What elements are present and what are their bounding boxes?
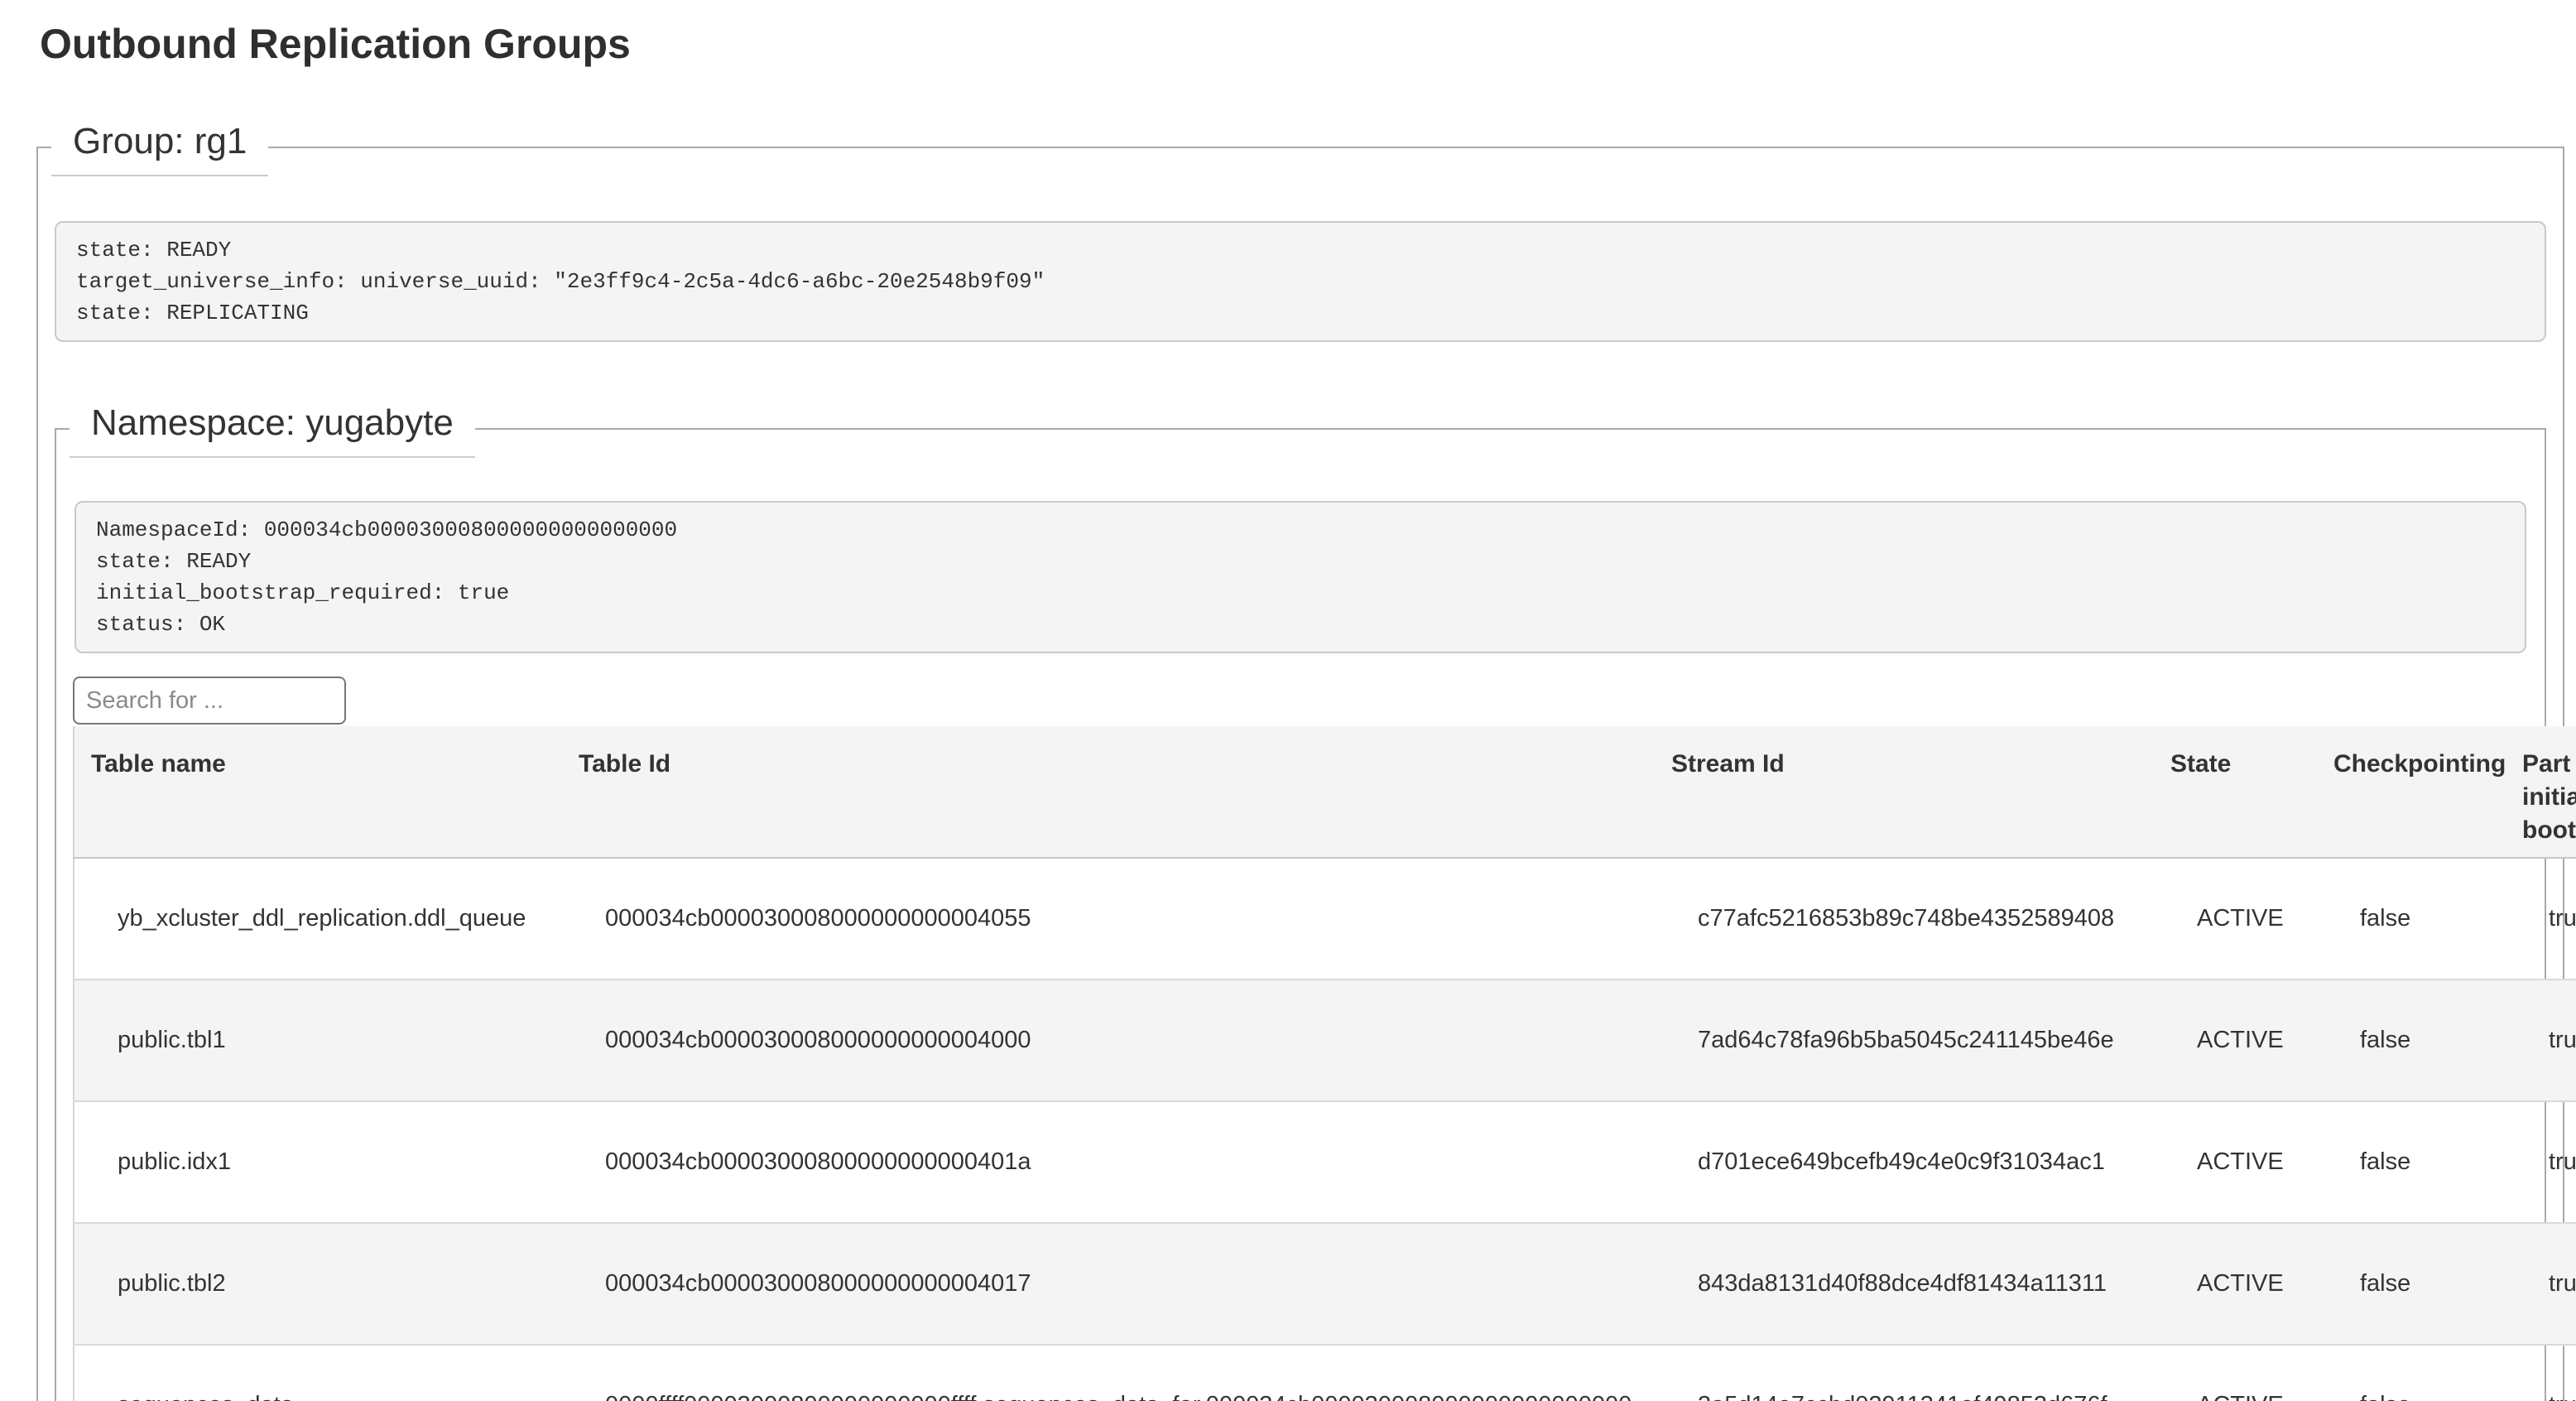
page-title: Outbound Replication Groups [40, 22, 2576, 67]
group-state-info: state: READY target_universe_info: unive… [55, 221, 2546, 342]
cell-part-of-initial-bootstrap: true [2506, 1345, 2576, 1401]
cell-table-name: public.idx1 [74, 1101, 562, 1223]
table-header-row: Table name Table Id Stream Id State Chec… [74, 726, 2576, 858]
namespace-legend: Namespace: yugabyte [70, 402, 475, 458]
cell-checkpointing: false [2317, 1345, 2506, 1401]
cell-table-id: 000034cb000030008000000000004017 [562, 1223, 1655, 1345]
group-fieldset: Group: rg1 state: READY target_universe_… [36, 147, 2564, 1401]
cell-state: ACTIVE [2154, 858, 2317, 980]
column-header-table-id: Table Id [562, 726, 1655, 858]
table-header: Table name Table Id Stream Id State Chec… [74, 726, 2576, 858]
table-row: yb_xcluster_ddl_replication.ddl_queue 00… [74, 858, 2576, 980]
table-row: public.idx1 000034cb00003000800000000000… [74, 1101, 2576, 1223]
table-row: public.tbl2 000034cb00003000800000000000… [74, 1223, 2576, 1345]
cell-table-name: sequences_data [74, 1345, 562, 1401]
column-header-stream-id: Stream Id [1655, 726, 2154, 858]
column-header-checkpointing: Checkpointing [2317, 726, 2506, 858]
cell-table-id: 000034cb000030008000000000004000 [562, 980, 1655, 1101]
cell-part-of-initial-bootstrap: true [2506, 980, 2576, 1101]
cell-table-name: public.tbl1 [74, 980, 562, 1101]
cell-part-of-initial-bootstrap: true [2506, 858, 2576, 980]
column-header-state: State [2154, 726, 2317, 858]
table-row: sequences_data 0000ffff00003000800000000… [74, 1345, 2576, 1401]
column-header-table-name: Table name [74, 726, 562, 858]
cell-table-id: 0000ffff00003000800000000000ffff.sequenc… [562, 1345, 1655, 1401]
search-input[interactable] [73, 676, 346, 725]
group-legend: Group: rg1 [51, 120, 268, 176]
cell-checkpointing: false [2317, 1101, 2506, 1223]
cell-checkpointing: false [2317, 980, 2506, 1101]
replication-tables-table: Table name Table Id Stream Id State Chec… [73, 726, 2576, 1401]
namespace-info: NamespaceId: 000034cb0000300080000000000… [74, 501, 2526, 653]
cell-stream-id: 843da8131d40f88dce4df81434a11311 [1655, 1223, 2154, 1345]
cell-stream-id: 3a5d14e7ccbd02911341ef49853d676f [1655, 1345, 2154, 1401]
cell-table-id: 000034cb00003000800000000000401a [562, 1101, 1655, 1223]
cell-table-id: 000034cb000030008000000000004055 [562, 858, 1655, 980]
cell-table-name: public.tbl2 [74, 1223, 562, 1345]
cell-stream-id: 7ad64c78fa96b5ba5045c241145be46e [1655, 980, 2154, 1101]
cell-state: ACTIVE [2154, 1223, 2317, 1345]
cell-stream-id: c77afc5216853b89c748be4352589408 [1655, 858, 2154, 980]
cell-state: ACTIVE [2154, 1101, 2317, 1223]
table-body: yb_xcluster_ddl_replication.ddl_queue 00… [74, 858, 2576, 1401]
cell-state: ACTIVE [2154, 980, 2317, 1101]
cell-part-of-initial-bootstrap: true [2506, 1101, 2576, 1223]
column-header-part-of-initial-bootstrap: Part of initial bootstrap [2506, 726, 2576, 858]
cell-table-name: yb_xcluster_ddl_replication.ddl_queue [74, 858, 562, 980]
cell-checkpointing: false [2317, 858, 2506, 980]
table-row: public.tbl1 000034cb00003000800000000000… [74, 980, 2576, 1101]
cell-stream-id: d701ece649bcefb49c4e0c9f31034ac1 [1655, 1101, 2154, 1223]
cell-state: ACTIVE [2154, 1345, 2317, 1401]
cell-part-of-initial-bootstrap: true [2506, 1223, 2576, 1345]
cell-checkpointing: false [2317, 1223, 2506, 1345]
namespace-fieldset: Namespace: yugabyte NamespaceId: 000034c… [55, 428, 2546, 1401]
